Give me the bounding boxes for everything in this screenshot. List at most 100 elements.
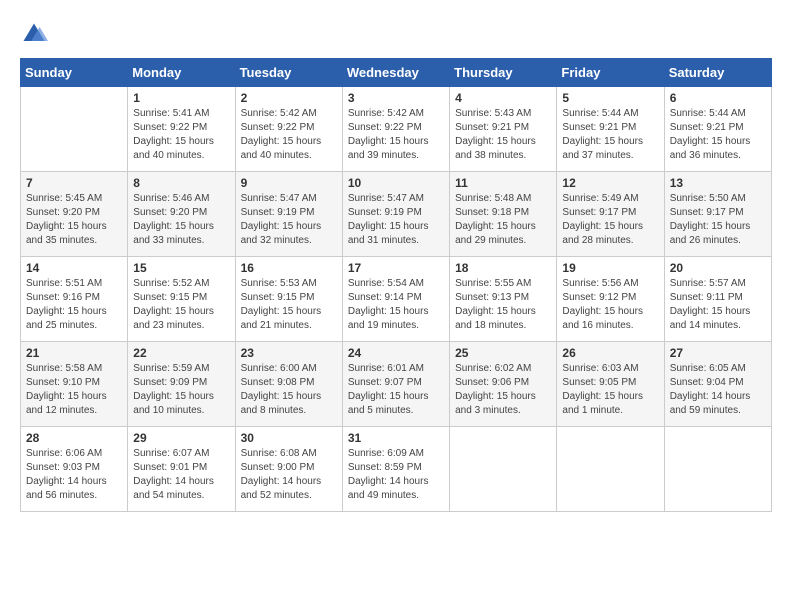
calendar-cell: 28 Sunrise: 6:06 AMSunset: 9:03 PMDayligh… <box>21 427 128 512</box>
calendar-body: 1 Sunrise: 5:41 AMSunset: 9:22 PMDaylight… <box>21 87 772 512</box>
cell-info: Sunrise: 5:42 AMSunset: 9:22 PMDaylight:… <box>348 107 444 163</box>
weekday-header-sunday: Sunday <box>21 59 128 87</box>
calendar-cell: 11 Sunrise: 5:48 AMSunset: 9:18 PMDayligh… <box>450 172 557 257</box>
week-row-3: 14 Sunrise: 5:51 AMSunset: 9:16 PMDayligh… <box>21 257 772 342</box>
day-number: 19 <box>562 261 658 275</box>
calendar-cell: 16 Sunrise: 5:53 AMSunset: 9:15 PMDayligh… <box>235 257 342 342</box>
day-number: 2 <box>241 91 337 105</box>
calendar-cell: 1 Sunrise: 5:41 AMSunset: 9:22 PMDaylight… <box>128 87 235 172</box>
day-number: 27 <box>670 346 766 360</box>
calendar-cell: 18 Sunrise: 5:55 AMSunset: 9:13 PMDayligh… <box>450 257 557 342</box>
day-number: 28 <box>26 431 122 445</box>
calendar-cell: 21Sunrise: 5:58 AMSunset: 9:10 PMDayligh… <box>21 342 128 427</box>
calendar-cell: 24 Sunrise: 6:01 AMSunset: 9:07 PMDayligh… <box>342 342 449 427</box>
cell-info: Sunrise: 5:44 AMSunset: 9:21 PMDaylight:… <box>670 107 766 163</box>
day-number: 24 <box>348 346 444 360</box>
cell-info: Sunrise: 6:09 AMSunset: 8:59 PMDaylight:… <box>348 447 444 503</box>
calendar-cell <box>21 87 128 172</box>
day-number: 14 <box>26 261 122 275</box>
calendar-cell: 5 Sunrise: 5:44 AMSunset: 9:21 PMDaylight… <box>557 87 664 172</box>
day-number: 5 <box>562 91 658 105</box>
cell-info: Sunrise: 5:55 AMSunset: 9:13 PMDaylight:… <box>455 277 551 333</box>
cell-info: Sunrise: 5:49 AMSunset: 9:17 PMDaylight:… <box>562 192 658 248</box>
calendar-cell: 2 Sunrise: 5:42 AMSunset: 9:22 PMDaylight… <box>235 87 342 172</box>
weekday-header-monday: Monday <box>128 59 235 87</box>
calendar-cell: 20Sunrise: 5:57 AMSunset: 9:11 PMDayligh… <box>664 257 771 342</box>
day-number: 6 <box>670 91 766 105</box>
calendar-cell: 26 Sunrise: 6:03 AMSunset: 9:05 PMDayligh… <box>557 342 664 427</box>
day-number: 3 <box>348 91 444 105</box>
header <box>20 20 772 48</box>
calendar-cell: 3 Sunrise: 5:42 AMSunset: 9:22 PMDaylight… <box>342 87 449 172</box>
calendar-cell: 23Sunrise: 6:00 AMSunset: 9:08 PMDayligh… <box>235 342 342 427</box>
week-row-2: 7 Sunrise: 5:45 AMSunset: 9:20 PMDaylight… <box>21 172 772 257</box>
day-number: 9 <box>241 176 337 190</box>
cell-info: Sunrise: 6:05 AMSunset: 9:04 PMDaylight:… <box>670 362 766 418</box>
cell-info: Sunrise: 5:59 AMSunset: 9:09 PMDaylight:… <box>133 362 229 418</box>
calendar-cell: 27 Sunrise: 6:05 AMSunset: 9:04 PMDayligh… <box>664 342 771 427</box>
cell-info: Sunrise: 5:56 AMSunset: 9:12 PMDaylight:… <box>562 277 658 333</box>
calendar-cell <box>557 427 664 512</box>
cell-info: Sunrise: 5:46 AMSunset: 9:20 PMDaylight:… <box>133 192 229 248</box>
day-number: 17 <box>348 261 444 275</box>
calendar-cell: 6 Sunrise: 5:44 AMSunset: 9:21 PMDaylight… <box>664 87 771 172</box>
cell-info: Sunrise: 5:48 AMSunset: 9:18 PMDaylight:… <box>455 192 551 248</box>
calendar-cell: 19 Sunrise: 5:56 AMSunset: 9:12 PMDayligh… <box>557 257 664 342</box>
day-number: 18 <box>455 261 551 275</box>
cell-info: Sunrise: 5:44 AMSunset: 9:21 PMDaylight:… <box>562 107 658 163</box>
cell-info: Sunrise: 6:03 AMSunset: 9:05 PMDaylight:… <box>562 362 658 418</box>
weekday-header-friday: Friday <box>557 59 664 87</box>
cell-info: Sunrise: 5:51 AMSunset: 9:16 PMDaylight:… <box>26 277 122 333</box>
cell-info: Sunrise: 6:08 AMSunset: 9:00 PMDaylight:… <box>241 447 337 503</box>
day-number: 7 <box>26 176 122 190</box>
day-number: 26 <box>562 346 658 360</box>
logo <box>20 20 52 48</box>
calendar-cell: 7 Sunrise: 5:45 AMSunset: 9:20 PMDaylight… <box>21 172 128 257</box>
cell-info: Sunrise: 5:52 AMSunset: 9:15 PMDaylight:… <box>133 277 229 333</box>
weekday-header-saturday: Saturday <box>664 59 771 87</box>
calendar-cell: 17Sunrise: 5:54 AMSunset: 9:14 PMDayligh… <box>342 257 449 342</box>
calendar-header: SundayMondayTuesdayWednesdayThursdayFrid… <box>21 59 772 87</box>
calendar-cell: 4Sunrise: 5:43 AMSunset: 9:21 PMDaylight… <box>450 87 557 172</box>
weekday-header-tuesday: Tuesday <box>235 59 342 87</box>
calendar-cell: 10Sunrise: 5:47 AMSunset: 9:19 PMDayligh… <box>342 172 449 257</box>
day-number: 12 <box>562 176 658 190</box>
day-number: 30 <box>241 431 337 445</box>
day-number: 25 <box>455 346 551 360</box>
week-row-4: 21Sunrise: 5:58 AMSunset: 9:10 PMDayligh… <box>21 342 772 427</box>
cell-info: Sunrise: 5:57 AMSunset: 9:11 PMDaylight:… <box>670 277 766 333</box>
calendar-cell: 25Sunrise: 6:02 AMSunset: 9:06 PMDayligh… <box>450 342 557 427</box>
calendar-cell: 29 Sunrise: 6:07 AMSunset: 9:01 PMDayligh… <box>128 427 235 512</box>
weekday-header-wednesday: Wednesday <box>342 59 449 87</box>
cell-info: Sunrise: 5:58 AMSunset: 9:10 PMDaylight:… <box>26 362 122 418</box>
cell-info: Sunrise: 5:41 AMSunset: 9:22 PMDaylight:… <box>133 107 229 163</box>
day-number: 16 <box>241 261 337 275</box>
cell-info: Sunrise: 6:00 AMSunset: 9:08 PMDaylight:… <box>241 362 337 418</box>
day-number: 10 <box>348 176 444 190</box>
cell-info: Sunrise: 5:50 AMSunset: 9:17 PMDaylight:… <box>670 192 766 248</box>
calendar-cell: 30 Sunrise: 6:08 AMSunset: 9:00 PMDayligh… <box>235 427 342 512</box>
weekday-row: SundayMondayTuesdayWednesdayThursdayFrid… <box>21 59 772 87</box>
cell-info: Sunrise: 5:43 AMSunset: 9:21 PMDaylight:… <box>455 107 551 163</box>
calendar-cell <box>450 427 557 512</box>
day-number: 15 <box>133 261 229 275</box>
calendar-cell: 15 Sunrise: 5:52 AMSunset: 9:15 PMDayligh… <box>128 257 235 342</box>
cell-info: Sunrise: 6:07 AMSunset: 9:01 PMDaylight:… <box>133 447 229 503</box>
calendar-cell: 12 Sunrise: 5:49 AMSunset: 9:17 PMDayligh… <box>557 172 664 257</box>
cell-info: Sunrise: 5:53 AMSunset: 9:15 PMDaylight:… <box>241 277 337 333</box>
cell-info: Sunrise: 6:01 AMSunset: 9:07 PMDaylight:… <box>348 362 444 418</box>
week-row-1: 1 Sunrise: 5:41 AMSunset: 9:22 PMDaylight… <box>21 87 772 172</box>
weekday-header-thursday: Thursday <box>450 59 557 87</box>
cell-info: Sunrise: 5:42 AMSunset: 9:22 PMDaylight:… <box>241 107 337 163</box>
day-number: 29 <box>133 431 229 445</box>
week-row-5: 28 Sunrise: 6:06 AMSunset: 9:03 PMDayligh… <box>21 427 772 512</box>
calendar-cell: 8Sunrise: 5:46 AMSunset: 9:20 PMDaylight… <box>128 172 235 257</box>
cell-info: Sunrise: 5:45 AMSunset: 9:20 PMDaylight:… <box>26 192 122 248</box>
day-number: 1 <box>133 91 229 105</box>
day-number: 22 <box>133 346 229 360</box>
cell-info: Sunrise: 6:06 AMSunset: 9:03 PMDaylight:… <box>26 447 122 503</box>
day-number: 13 <box>670 176 766 190</box>
day-number: 31 <box>348 431 444 445</box>
calendar-cell <box>664 427 771 512</box>
day-number: 11 <box>455 176 551 190</box>
